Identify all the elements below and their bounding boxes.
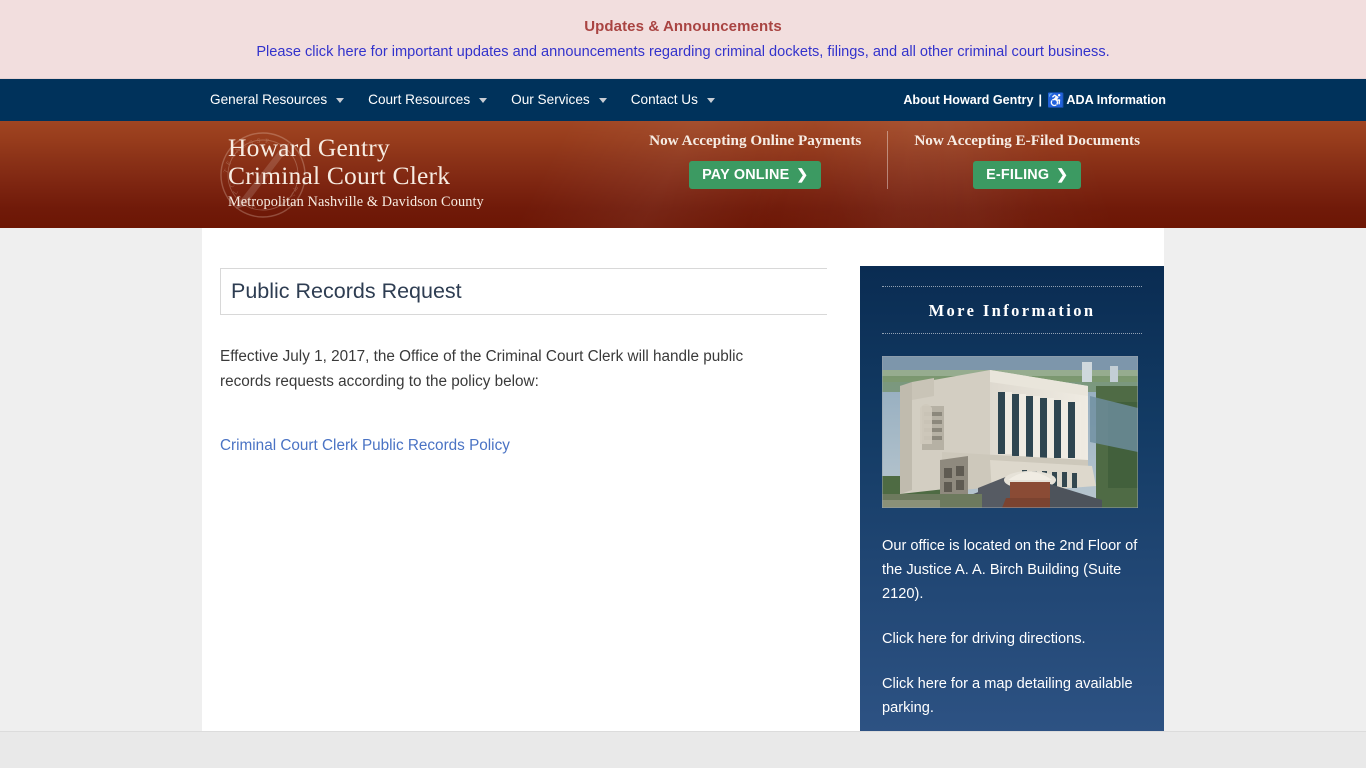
pay-online-button-label: PAY ONLINE (702, 166, 790, 183)
nav-item-court-resources[interactable]: Court Resources (368, 79, 488, 121)
chevron-down-icon (598, 97, 607, 103)
nav-utility-group: About Howard Gentry | ♿ ADA Information (903, 79, 1166, 121)
main-navigation-bar: General Resources Court Resources Our Se… (0, 79, 1366, 121)
sidebar-title: More Information (882, 286, 1142, 334)
promo-label: Now Accepting Online Payments (649, 132, 862, 149)
page-title-block: Public Records Request (220, 268, 827, 315)
chevron-down-icon (336, 97, 345, 103)
parking-map-link[interactable]: Click here for a map detailing available… (882, 676, 1133, 716)
sidebar-driving-directions: Click here for driving directions. (882, 627, 1142, 651)
footer-strip (0, 731, 1366, 768)
pay-online-button[interactable]: PAY ONLINE ❯ (689, 161, 822, 189)
nav-separator: | (1038, 93, 1042, 107)
nav-item-label: General Resources (210, 92, 328, 107)
e-filing-button-label: E-FILING (986, 166, 1050, 183)
main-content-column: Public Records Request Effective July 1,… (220, 268, 827, 458)
public-records-policy-link[interactable]: Criminal Court Clerk Public Records Poli… (220, 434, 510, 458)
chevron-right-icon: ❯ (796, 166, 809, 182)
more-information-sidebar: More Information Our office is located o… (860, 266, 1164, 731)
driving-directions-link[interactable]: Click here for driving directions. (882, 631, 1086, 647)
nav-item-label: Court Resources (368, 92, 471, 107)
sidebar-text: Our office is located on the 2nd Floor o… (882, 534, 1142, 720)
announcement-title: Updates & Announcements (584, 18, 782, 35)
justice-ab-birch-building-photo (882, 356, 1138, 508)
site-brand[interactable]: Howard Gentry Criminal Court Clerk Metro… (228, 134, 484, 212)
brand-line-1: Howard Gentry (228, 133, 390, 162)
e-filing-button[interactable]: E-FILING ❯ (973, 161, 1082, 189)
about-howard-gentry-link[interactable]: About Howard Gentry (903, 93, 1033, 107)
nav-item-general-resources[interactable]: General Resources (210, 79, 345, 121)
promo-e-filing: Now Accepting E-Filed Documents E-FILING… (887, 131, 1166, 189)
chevron-down-icon (479, 97, 488, 103)
nav-items-group: General Resources Court Resources Our Se… (210, 79, 739, 121)
promo-pay-online: Now Accepting Online Payments PAY ONLINE… (623, 131, 887, 189)
chevron-down-icon (706, 97, 715, 103)
chevron-right-icon: ❯ (1056, 166, 1069, 182)
sidebar-office-location: Our office is located on the 2nd Floor o… (882, 538, 1138, 602)
body-paragraph: Effective July 1, 2017, the Office of th… (220, 348, 744, 390)
announcement-bar: Updates & Announcements Please click her… (0, 0, 1366, 79)
nav-item-label: Our Services (511, 92, 590, 107)
sidebar-parking-map: Click here for a map detailing available… (882, 672, 1142, 720)
promo-label: Now Accepting E-Filed Documents (914, 132, 1140, 149)
page-title: Public Records Request (231, 279, 462, 303)
brand-subtitle: Metropolitan Nashville & Davidson County (228, 194, 484, 210)
brand-line-2: Criminal Court Clerk (228, 161, 451, 190)
nav-item-label: Contact Us (630, 92, 698, 107)
nav-item-contact-us[interactable]: Contact Us (631, 79, 715, 121)
wheelchair-accessibility-icon: ♿ (1046, 91, 1065, 108)
ada-information-link[interactable]: ADA Information (1066, 93, 1166, 107)
masthead-promos: Now Accepting Online Payments PAY ONLINE… (623, 131, 1166, 189)
nav-item-our-services[interactable]: Our Services (511, 79, 607, 121)
announcement-link[interactable]: Please click here for important updates … (0, 41, 1366, 63)
